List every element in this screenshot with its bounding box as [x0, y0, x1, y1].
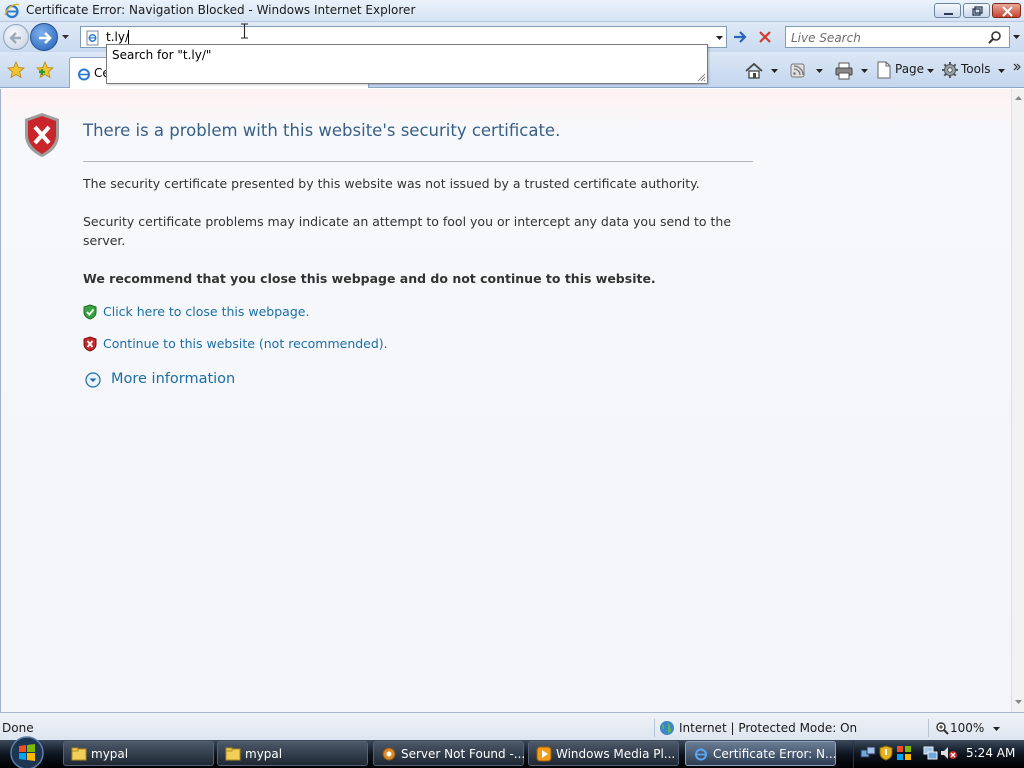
- security-shield-tray-icon[interactable]: [878, 745, 894, 761]
- more-information-label: More information: [111, 371, 236, 387]
- folder-icon: [225, 747, 241, 761]
- error-heading: There is a problem with this website's s…: [83, 121, 561, 140]
- taskbar-item-label: Windows Media Pl...: [556, 747, 676, 761]
- taskbar-item-label: Certificate Error: N...: [713, 747, 837, 761]
- favorites-center-star-icon[interactable]: [7, 61, 25, 79]
- resize-grip-icon[interactable]: [696, 72, 706, 82]
- start-button-icon[interactable]: [4, 734, 50, 768]
- zoom-level: 100%: [950, 721, 985, 735]
- zone-text: Internet | Protected Mode: On: [679, 721, 858, 735]
- print-dropdown-icon[interactable]: [860, 67, 869, 87]
- zoom-magnifier-icon: [936, 722, 949, 735]
- close-webpage-link[interactable]: Click here to close this webpage.: [103, 304, 309, 319]
- taskbar-item-label: mypal: [245, 747, 283, 761]
- close-window-button[interactable]: [992, 3, 1021, 18]
- address-input[interactable]: t.ly/: [106, 30, 129, 44]
- page-menu-label: Page: [895, 62, 925, 76]
- ie-icon: [695, 748, 707, 761]
- autocomplete-search-suggestion[interactable]: Search for "t.ly/": [112, 48, 211, 62]
- red-shield-x-icon: [83, 336, 97, 352]
- folder-icon: [71, 747, 87, 761]
- taskbar-item-label: Server Not Found -...: [401, 747, 526, 761]
- expand-chevron-icon: [85, 372, 101, 388]
- back-button[interactable]: [3, 24, 29, 50]
- taskbar: mypal mypal Server Not Found -... Window…: [0, 736, 1024, 768]
- gear-icon: [942, 62, 958, 78]
- zoom-control[interactable]: 100%: [928, 719, 1024, 737]
- status-text: Done: [2, 721, 34, 735]
- feeds-icon[interactable]: [789, 61, 807, 81]
- security-zone[interactable]: Internet | Protected Mode: On: [654, 719, 924, 737]
- minimize-button[interactable]: [934, 3, 961, 18]
- page-menu-button[interactable]: Page: [875, 61, 924, 81]
- restore-button[interactable]: [963, 3, 990, 18]
- add-to-favorites-icon[interactable]: [36, 61, 54, 79]
- search-placeholder: Live Search: [791, 31, 861, 45]
- network-tray-icon[interactable]: [860, 745, 876, 761]
- tools-dropdown-icon[interactable]: [997, 67, 1006, 87]
- page-icon: [86, 30, 99, 46]
- error-description-1: The security certificate presented by th…: [83, 176, 700, 191]
- search-icon[interactable]: [987, 30, 1003, 46]
- taskbar-item-server-not-found[interactable]: Server Not Found -...: [373, 741, 526, 766]
- taskbar-item-mypal-2[interactable]: mypal: [217, 741, 368, 766]
- green-shield-check-icon: [83, 304, 97, 320]
- system-tray: 5:24 AM: [853, 740, 1024, 768]
- text-caret: [128, 30, 129, 44]
- address-autocomplete-dropdown: Search for "t.ly/": [106, 44, 708, 84]
- go-button[interactable]: [730, 27, 750, 47]
- scroll-up-icon[interactable]: [1014, 95, 1023, 101]
- continue-to-website-link[interactable]: Continue to this website (not recommende…: [103, 336, 388, 351]
- home-dropdown-icon[interactable]: [770, 67, 779, 87]
- ie-tab-icon: [78, 68, 90, 81]
- media-player-icon: [536, 746, 552, 762]
- feeds-dropdown-icon[interactable]: [815, 67, 824, 87]
- volume-muted-icon[interactable]: [940, 745, 958, 761]
- security-error-shield-icon: [25, 113, 59, 157]
- browser-icon: [382, 747, 396, 761]
- globe-icon: [660, 721, 674, 735]
- error-description-2: Security certificate problems may indica…: [83, 214, 732, 248]
- back-arrow-icon: [9, 32, 21, 44]
- tools-menu-label: Tools: [961, 62, 991, 76]
- tools-menu-button[interactable]: Tools: [941, 61, 991, 81]
- forward-button[interactable]: [30, 23, 58, 51]
- taskbar-item-mypal-1[interactable]: mypal: [63, 741, 214, 766]
- taskbar-item-windows-media-player[interactable]: Windows Media Pl...: [528, 741, 679, 766]
- page-content: There is a problem with this website's s…: [0, 89, 1011, 712]
- text-cursor-icon: [241, 23, 248, 39]
- windows-flag-tray-icon[interactable]: [896, 745, 912, 761]
- ie-logo-icon: [4, 3, 20, 19]
- zoom-dropdown-icon[interactable]: [992, 726, 1001, 732]
- taskbar-item-label: mypal: [91, 747, 129, 761]
- search-box[interactable]: Live Search: [785, 26, 1010, 48]
- address-dropdown-icon[interactable]: [715, 34, 724, 43]
- more-commands-chevron-icon[interactable]: [1013, 62, 1021, 76]
- page-dropdown-icon[interactable]: [926, 67, 935, 87]
- stop-button[interactable]: [755, 27, 775, 47]
- heading-divider: [83, 161, 753, 162]
- home-icon[interactable]: [744, 61, 764, 81]
- print-icon[interactable]: [834, 61, 854, 81]
- recent-pages-dropdown-icon[interactable]: [61, 32, 70, 41]
- status-bar: Done Internet | Protected Mode: On 100%: [0, 712, 1024, 740]
- clock: 5:24 AM: [966, 746, 1016, 760]
- recommendation-text: We recommend that you close this webpage…: [83, 271, 656, 286]
- window-title: Certificate Error: Navigation Blocked - …: [26, 3, 416, 17]
- scroll-down-icon[interactable]: [1014, 699, 1023, 705]
- page-menu-icon: [877, 61, 891, 79]
- search-options-dropdown-icon[interactable]: [1012, 33, 1021, 42]
- vertical-scrollbar[interactable]: [1011, 89, 1024, 712]
- title-bar: Certificate Error: Navigation Blocked - …: [0, 0, 1024, 22]
- forward-arrow-icon: [39, 32, 52, 44]
- network-connection-tray-icon[interactable]: [922, 745, 938, 761]
- taskbar-item-certificate-error[interactable]: Certificate Error: N...: [685, 741, 836, 766]
